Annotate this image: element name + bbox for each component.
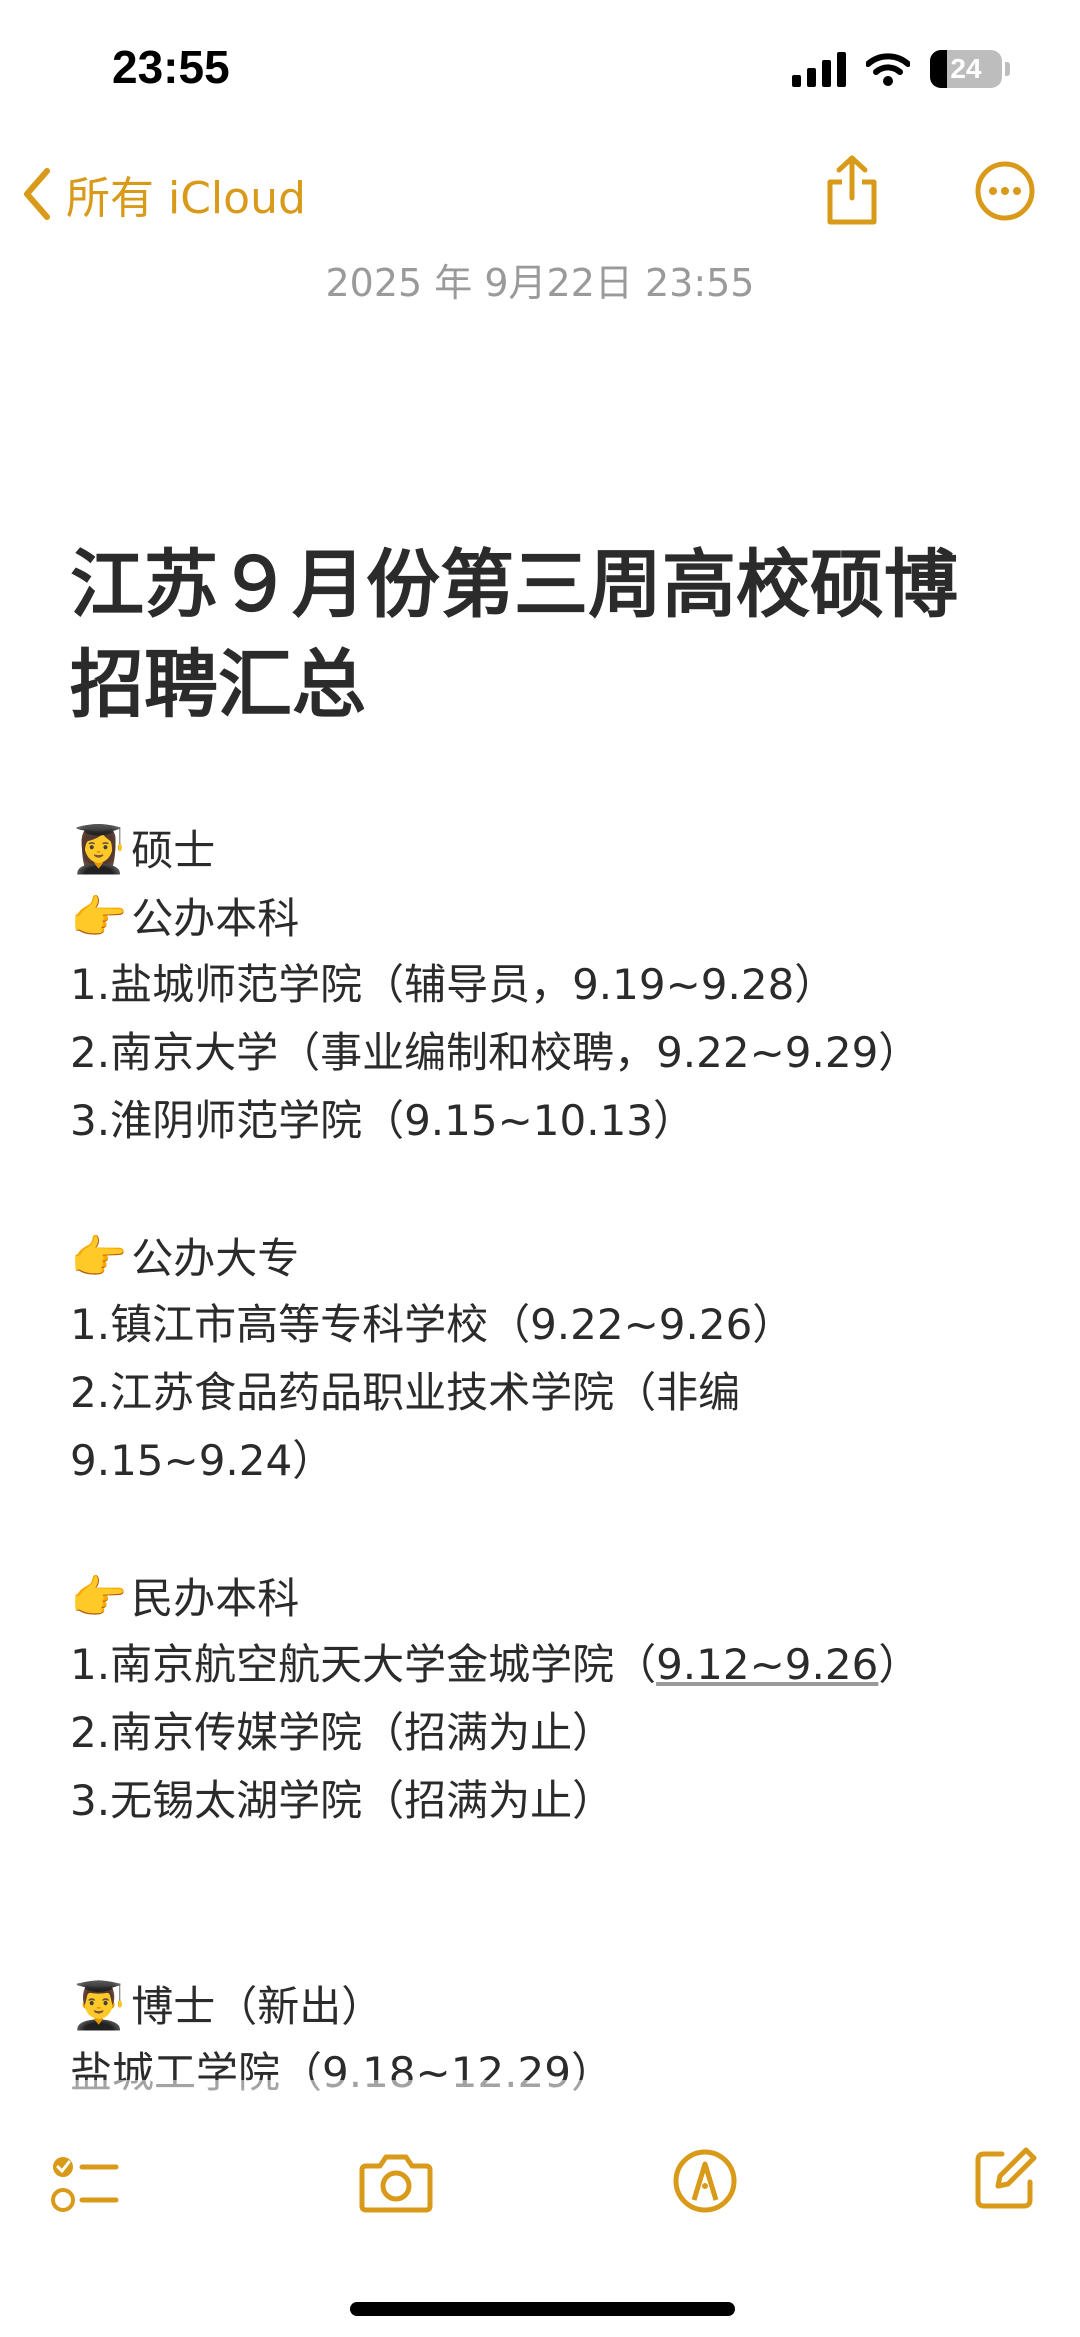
chevron-left-icon: [24, 168, 50, 220]
back-label: 所有 iCloud: [66, 173, 306, 224]
status-bar: 23:55 24: [0, 0, 1080, 140]
cellular-signal-icon: [792, 51, 846, 87]
battery-fill: [930, 50, 948, 88]
list-item: 2.江苏食品药品职业技术学院（非编: [70, 1368, 741, 1417]
phd-label: 博士（新出）: [131, 1982, 384, 2031]
section-heading: 👉公办本科: [70, 890, 300, 944]
battery-icon: 24: [930, 50, 1002, 88]
list-item: 1.盐城师范学院（辅导员，9.19~9.28）: [70, 960, 837, 1009]
bottom-toolbar: [0, 2140, 1080, 2250]
list-item: 9.15~9.24）: [70, 1436, 335, 1485]
list-item: 3.淮阴师范学院（9.15~10.13）: [70, 1096, 696, 1145]
home-indicator[interactable]: [350, 2302, 735, 2316]
battery-nub: [1005, 62, 1010, 76]
note-body[interactable]: 👩‍🎓硕士 👉公办本科 1.盐城师范学院（辅导员，9.19~9.28） 2.南京…: [70, 815, 1050, 2107]
note-title-line: 招聘汇总: [70, 642, 366, 728]
section-heading: 👉民办本科: [70, 1570, 300, 1624]
more-options-icon[interactable]: [974, 160, 1036, 222]
phd-heading: 👨‍🎓博士（新出）: [70, 1971, 1050, 2039]
note-title[interactable]: 江苏９月份第三周高校硕博 招聘汇总: [70, 535, 1030, 735]
list-item: 2.南京大学（事业编制和校聘，9.22~9.29）: [70, 1028, 921, 1077]
list-item: 3.无锡太湖学院（招满为止）: [70, 1776, 615, 1825]
section-heading: 👉公办大专: [70, 1230, 300, 1284]
markup-pen-icon[interactable]: [672, 2148, 738, 2214]
checklist-icon[interactable]: [50, 2152, 120, 2218]
master-heading: 👩‍🎓硕士: [70, 815, 1050, 883]
master-label: 硕士: [131, 826, 216, 875]
nav-bar: 所有 iCloud: [0, 140, 1080, 250]
wifi-icon: [866, 53, 910, 86]
pointing-hand-icon: 👉: [70, 1570, 128, 1624]
battery-percent: 24: [950, 53, 982, 84]
note-date: 2025 年 9月22日 23:55: [325, 261, 755, 305]
status-time: 23:55: [112, 41, 230, 93]
pointing-hand-icon: 👉: [70, 890, 128, 944]
date-link[interactable]: 9.12~9.26: [656, 1640, 878, 1689]
list-item: 1.镇江市高等专科学校（9.22~9.26）: [70, 1300, 795, 1349]
camera-icon[interactable]: [358, 2152, 434, 2214]
pointing-hand-icon: 👉: [70, 1230, 128, 1284]
battery-indicator: 24: [930, 50, 1010, 88]
share-icon[interactable]: [822, 154, 882, 228]
status-icons: 24: [792, 50, 1010, 88]
list-item: 1.南京航空航天大学金城学院（9.12~9.26）: [70, 1640, 921, 1689]
note-title-line: 江苏９月份第三周高校硕博: [70, 542, 958, 628]
student-emoji-icon: 👩‍🎓: [70, 822, 128, 876]
back-button[interactable]: 所有 iCloud: [22, 162, 306, 226]
list-item: 2.南京传媒学院（招满为止）: [70, 1708, 615, 1757]
compose-icon[interactable]: [972, 2146, 1038, 2212]
student-emoji-icon: 👨‍🎓: [70, 1978, 128, 2032]
